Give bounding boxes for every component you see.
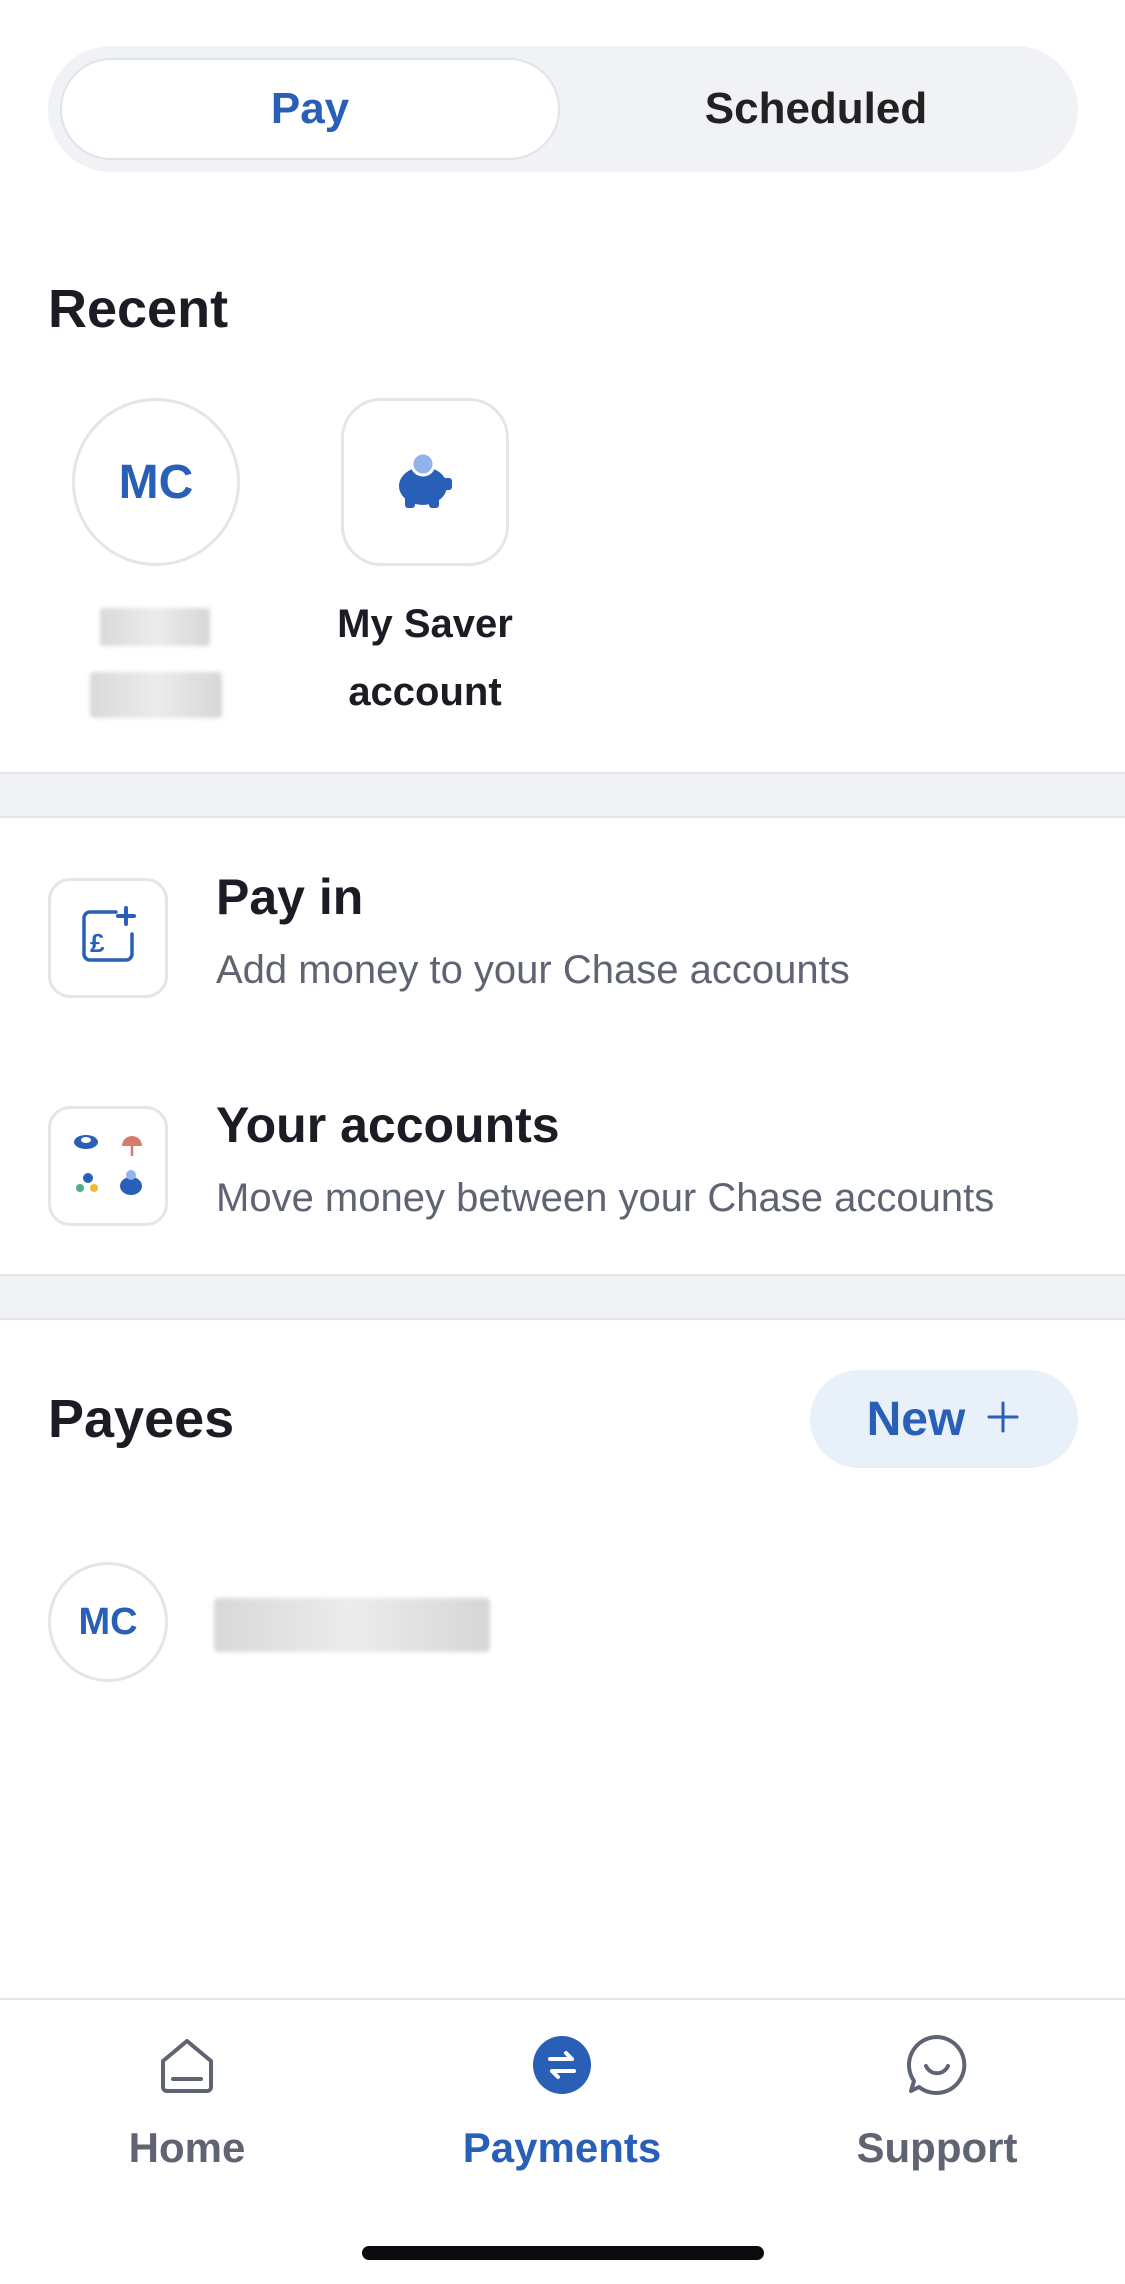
- nav-payments-label: Payments: [462, 2124, 662, 2171]
- nav-support[interactable]: Support: [807, 2030, 1067, 2172]
- nav-home-label: Home: [128, 2124, 246, 2171]
- your-accounts-row[interactable]: Your accounts Move money between your Ch…: [0, 1096, 1125, 1236]
- home-indicator: [362, 2246, 764, 2260]
- bottom-navigation: Home Payments Support: [0, 1998, 1125, 2284]
- nav-home[interactable]: Home: [57, 2030, 317, 2172]
- piggy-bank-icon: [389, 444, 461, 521]
- new-payee-button[interactable]: New: [810, 1370, 1078, 1468]
- your-accounts-title: Your accounts: [216, 1097, 560, 1153]
- pay-in-row[interactable]: £ Pay in Add money to your Chase account…: [0, 868, 1125, 1008]
- redacted-payee-name: [214, 1598, 490, 1652]
- home-icon: [152, 2030, 222, 2100]
- tab-pay[interactable]: Pay: [60, 58, 560, 160]
- section-divider: [0, 1274, 1125, 1320]
- your-accounts-icon-box: [48, 1106, 168, 1226]
- redacted-name-line1: [100, 608, 210, 646]
- chat-smile-icon: [902, 2030, 972, 2100]
- pound-plus-icon: £: [76, 904, 140, 973]
- payee-avatar[interactable]: MC: [48, 1562, 168, 1682]
- nav-support-label: Support: [856, 2124, 1018, 2171]
- avatar: MC: [72, 398, 240, 566]
- redacted-name-line2: [90, 672, 222, 718]
- pay-in-icon-box: £: [48, 878, 168, 998]
- accounts-grid-icon: [66, 1122, 150, 1211]
- recent-item-contact[interactable]: MC: [72, 398, 240, 566]
- new-payee-label: New: [866, 1392, 966, 1446]
- pay-in-title: Pay in: [216, 869, 364, 925]
- recent-title: Recent: [48, 279, 229, 339]
- your-accounts-subtitle: Move money between your Chase accounts: [216, 1176, 995, 1220]
- recent-item-saver-account[interactable]: [341, 398, 509, 566]
- payees-title: Payees: [48, 1389, 235, 1449]
- nav-payments[interactable]: Payments: [432, 2030, 692, 2172]
- svg-text:£: £: [90, 928, 105, 958]
- pay-scheduled-segmented-control: Pay Scheduled: [48, 46, 1078, 172]
- plus-icon: [985, 1392, 1021, 1447]
- tab-scheduled[interactable]: Scheduled: [566, 58, 1066, 160]
- transfer-icon: [527, 2030, 597, 2100]
- saver-account-label: My Saver account: [337, 602, 513, 714]
- saver-account-avatar: [341, 398, 509, 566]
- pay-in-subtitle: Add money to your Chase accounts: [216, 948, 850, 992]
- section-divider: [0, 772, 1125, 818]
